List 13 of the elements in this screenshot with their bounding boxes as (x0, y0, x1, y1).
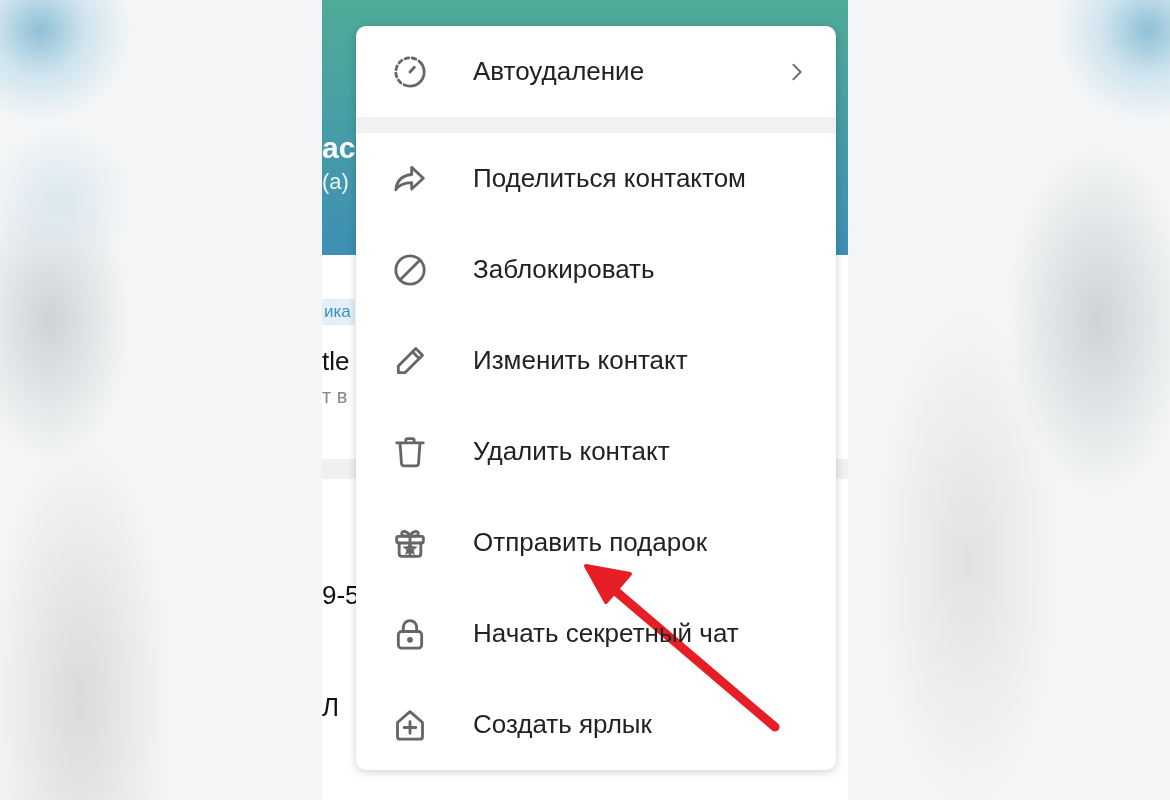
menu-item[interactable]: Удалить контакт (356, 406, 836, 497)
menu-item[interactable]: Поделиться контактом (356, 133, 836, 224)
menu-item[interactable]: Заблокировать (356, 224, 836, 315)
menu-item[interactable]: Автоудаление (356, 26, 836, 117)
contact-name: ас (322, 130, 356, 166)
username-caption: т в (322, 384, 348, 409)
menu-item[interactable]: Создать ярлык (356, 679, 836, 770)
about-text: Л (322, 691, 340, 723)
username-text: tle (322, 345, 350, 377)
tag-label: ика (322, 299, 355, 325)
menu-item[interactable]: Изменить контакт (356, 315, 836, 406)
menu-item[interactable]: Отправить подарок (356, 497, 836, 588)
contact-status: (а) (322, 168, 349, 196)
